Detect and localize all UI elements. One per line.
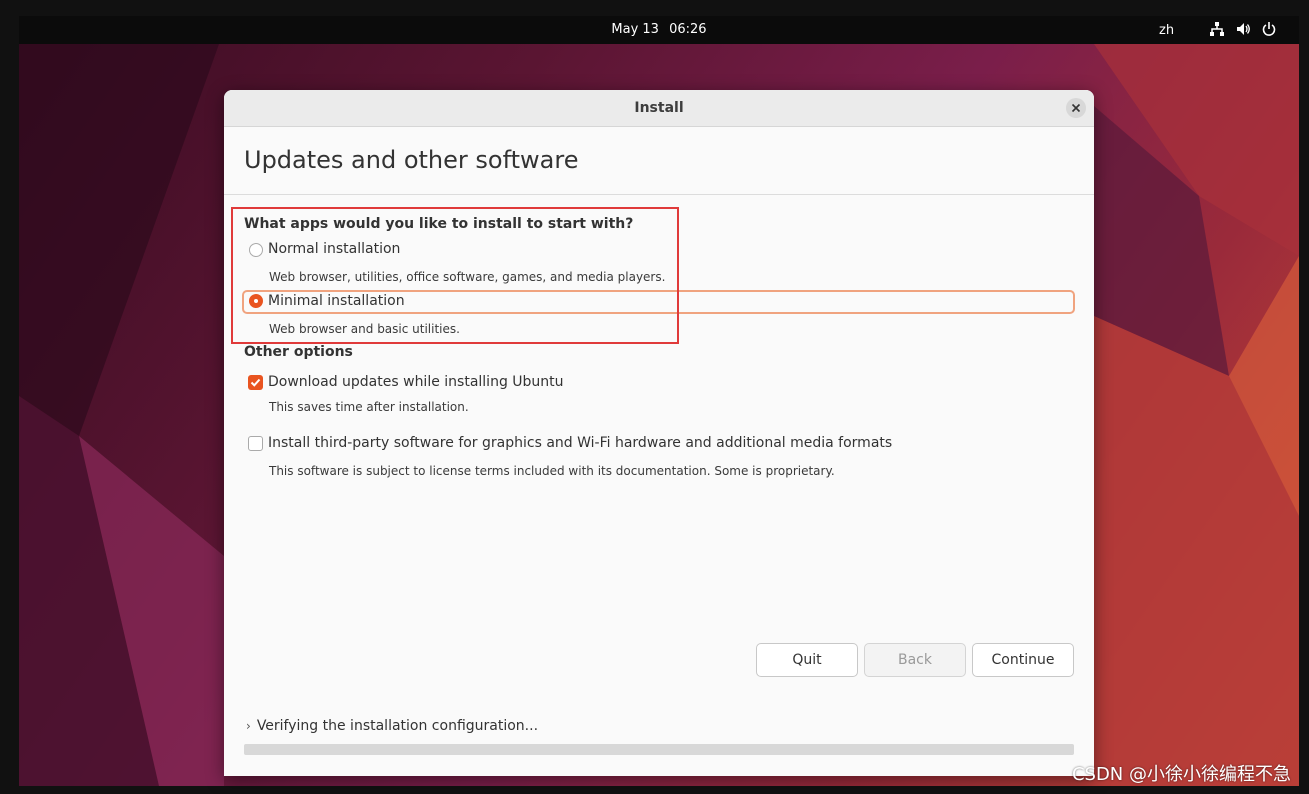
install-window: Install Updates and other software What … <box>224 90 1094 776</box>
third-party-description: This software is subject to license term… <box>269 464 835 478</box>
back-button[interactable]: Back <box>864 643 966 677</box>
close-icon <box>1071 103 1081 113</box>
window-titlebar[interactable]: Install <box>224 90 1094 127</box>
clock-date: May 13 <box>611 22 659 37</box>
header-divider <box>224 194 1094 195</box>
download-updates-label[interactable]: Download updates while installing Ubuntu <box>268 374 564 390</box>
top-bar: May 13 06:26 zh <box>19 16 1299 44</box>
volume-icon <box>1237 23 1250 35</box>
quit-button[interactable]: Quit <box>756 643 858 677</box>
watermark: CSDN @小徐小徐编程不急 <box>1071 764 1291 785</box>
status-text: Verifying the installation configuration… <box>256 718 539 734</box>
download-updates-checkbox[interactable] <box>248 375 263 390</box>
network-icon <box>1210 22 1224 36</box>
language-indicator[interactable]: zh <box>1159 23 1174 38</box>
system-tray[interactable] <box>1209 21 1277 37</box>
close-button[interactable] <box>1066 98 1086 118</box>
continue-button[interactable]: Continue <box>972 643 1074 677</box>
annotation-highlight-box <box>231 207 679 344</box>
download-updates-description: This saves time after installation. <box>269 400 469 414</box>
checkmark-icon <box>250 378 261 387</box>
progress-bar <box>244 744 1074 755</box>
third-party-checkbox[interactable] <box>248 436 263 451</box>
power-icon <box>1262 22 1276 36</box>
other-options-heading: Other options <box>244 344 353 360</box>
third-party-label[interactable]: Install third-party software for graphic… <box>268 435 892 451</box>
page-title: Updates and other software <box>244 146 579 174</box>
chevron-right-icon: › <box>246 719 251 733</box>
clock-time: 06:26 <box>669 22 707 37</box>
status-expander[interactable]: › Verifying the installation configurati… <box>246 718 538 734</box>
window-title: Install <box>634 100 684 116</box>
clock[interactable]: May 13 06:26 <box>19 22 1299 37</box>
